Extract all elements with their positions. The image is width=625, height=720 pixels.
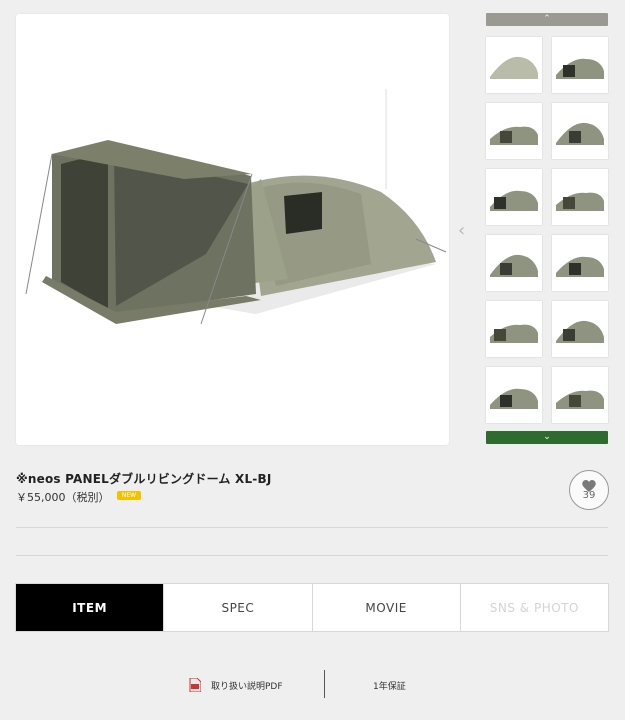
tent-thumbnail-image	[556, 320, 604, 343]
pdf-icon	[189, 678, 201, 692]
tent-thumbnail-image	[556, 122, 604, 145]
thumbnail-11[interactable]	[486, 367, 542, 423]
tab-movie[interactable]: MOVIE	[311, 584, 460, 631]
thumbnail-7[interactable]	[486, 235, 542, 291]
thumbnail-9[interactable]	[486, 301, 542, 357]
product-tabs: ITEM SPEC MOVIE SNS & PHOTO	[16, 584, 608, 631]
thumbnail-2[interactable]	[552, 37, 608, 93]
tent-thumbnail-image	[556, 390, 604, 409]
instruction-pdf-link[interactable]: 取り扱い説明PDF	[211, 679, 283, 692]
tent-thumbnail-image	[490, 126, 538, 145]
product-title: ※neos PANELダブルリビングドーム XL-BJ	[16, 472, 272, 486]
divider	[16, 527, 608, 528]
favorite-count: 39	[582, 490, 596, 501]
divider	[16, 555, 608, 556]
thumbnail-8[interactable]	[552, 235, 608, 291]
thumbnail-5[interactable]	[486, 169, 542, 225]
tent-thumbnail-image	[490, 324, 538, 343]
gallery-prev-arrow[interactable]: ‹	[458, 220, 465, 241]
tent-thumbnail-image	[556, 58, 604, 79]
warranty-label: 1年保証	[373, 682, 406, 692]
thumbnail-scroll-down-button[interactable]: ⌄	[486, 431, 608, 444]
footer-divider	[324, 670, 325, 698]
thumbnail-12[interactable]	[552, 367, 608, 423]
tent-thumbnail-image	[490, 56, 538, 79]
tab-item[interactable]: ITEM	[16, 584, 164, 631]
tent-thumbnail-image	[490, 254, 538, 277]
main-product-image	[16, 14, 449, 445]
chevron-down-icon: ⌄	[543, 432, 551, 442]
product-price: ￥55,000（税別）	[16, 491, 110, 504]
chevron-up-icon: ⌃	[543, 14, 551, 24]
thumbnail-6[interactable]	[552, 169, 608, 225]
thumbnail-3[interactable]	[486, 103, 542, 159]
thumbnail-1[interactable]	[486, 37, 542, 93]
thumbnail-10[interactable]	[552, 301, 608, 357]
tab-sns-photo: SNS & PHOTO	[459, 584, 608, 631]
thumbnail-4[interactable]	[552, 103, 608, 159]
tent-thumbnail-image	[490, 190, 538, 211]
tent-thumbnail-image	[490, 388, 538, 409]
tent-thumbnail-image	[556, 192, 604, 211]
new-badge: NEW	[117, 491, 141, 500]
tent-illustration	[25, 89, 447, 325]
thumbnail-scroll-up-button[interactable]: ⌃	[486, 13, 608, 26]
tab-spec[interactable]: SPEC	[163, 584, 311, 631]
tent-thumbnail-image	[556, 256, 604, 277]
